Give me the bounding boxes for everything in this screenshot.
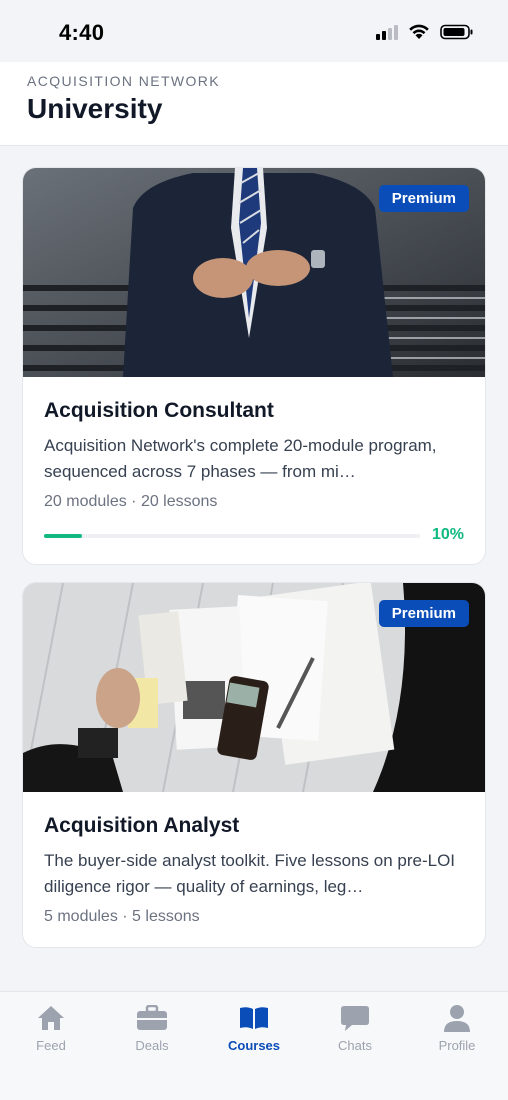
tab-label: Profile <box>438 1038 476 1053</box>
person-icon <box>444 1005 470 1032</box>
tab-chats[interactable]: Chats <box>310 1002 400 1053</box>
tab-feed[interactable]: Feed <box>6 1002 96 1053</box>
course-progress: 10% <box>44 526 464 546</box>
book-icon <box>240 1007 268 1029</box>
course-image: Premium <box>23 168 485 377</box>
tab-label: Feed <box>36 1038 66 1053</box>
course-description: Acquisition Network's complete 20-module… <box>44 436 437 481</box>
tab-courses[interactable]: Courses <box>209 1002 299 1053</box>
course-card[interactable]: Premium Acquisition Consultant Acquisiti… <box>22 167 486 565</box>
course-body: Acquisition Consultant Acquisition Netwo… <box>23 377 485 546</box>
premium-badge: Premium <box>378 600 469 627</box>
progress-percent: 10% <box>431 526 464 543</box>
wifi-icon <box>409 24 429 39</box>
battery-icon <box>440 24 473 40</box>
tab-label: Chats <box>338 1038 372 1053</box>
course-meta: 20 modules · 20 lessons <box>44 493 218 510</box>
page-eyebrow: ACQUISITION NETWORK <box>27 73 221 89</box>
tab-deals[interactable]: Deals <box>107 1002 197 1053</box>
tab-profile[interactable]: Profile <box>412 1002 502 1053</box>
course-title: Acquisition Consultant <box>44 399 274 422</box>
page-header: ACQUISITION NETWORK University <box>0 62 508 146</box>
page-title: University <box>27 93 163 124</box>
home-icon <box>38 1006 64 1030</box>
premium-badge: Premium <box>378 185 469 212</box>
status-time: 4:40 <box>59 20 105 45</box>
bottom-tab-bar: Feed Deals Courses Chats Profile <box>0 991 508 1100</box>
course-description: The buyer-side analyst toolkit. Five les… <box>44 851 456 896</box>
course-image: Premium <box>23 583 485 792</box>
tab-label: Deals <box>135 1038 169 1053</box>
progress-fill <box>44 534 82 538</box>
status-bar: 4:40 <box>0 0 508 62</box>
status-icons <box>376 24 474 40</box>
course-meta: 5 modules · 5 lessons <box>44 908 200 925</box>
course-title: Acquisition Analyst <box>44 814 240 837</box>
course-card[interactable]: Premium Acquisition Analyst The buyer-si… <box>22 582 486 948</box>
cellular-signal-icon <box>376 24 398 40</box>
tab-label: Courses <box>227 1038 281 1053</box>
progress-track <box>44 534 420 538</box>
course-body: Acquisition Analyst The buyer-side analy… <box>23 792 485 926</box>
chat-icon <box>341 1006 369 1031</box>
briefcase-icon <box>137 1005 167 1030</box>
